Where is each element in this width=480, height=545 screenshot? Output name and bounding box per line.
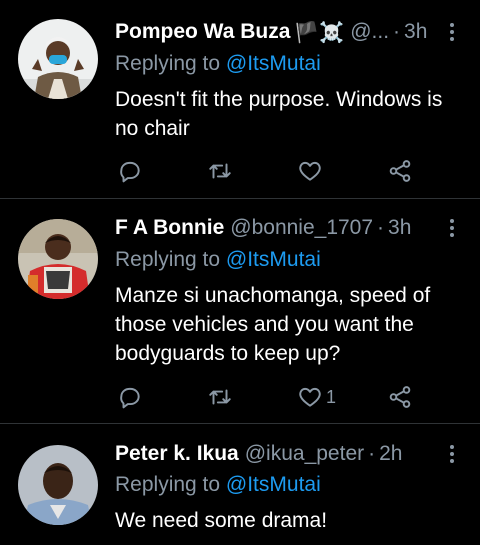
avatar[interactable] xyxy=(18,219,98,299)
mention-link[interactable]: @ItsMutai xyxy=(226,52,321,75)
replying-to: Replying to @ItsMutai xyxy=(115,248,321,272)
tweet-header: Pompeo Wa Buza 🏴☠️ @... · 3h xyxy=(115,18,444,46)
author-name[interactable]: Peter k. Ikua xyxy=(115,442,239,466)
reply-icon xyxy=(120,161,140,183)
tweet-header: Peter k. Ikua @ikua_peter · 2h xyxy=(115,440,444,468)
tweet-header: F A Bonnie @bonnie_1707 · 3h xyxy=(115,214,444,242)
replying-to-label: Replying to xyxy=(115,473,221,496)
separator-dot: · xyxy=(393,20,401,43)
more-options-icon[interactable] xyxy=(448,20,456,44)
like-button[interactable]: 1 xyxy=(297,383,336,411)
reply-button[interactable] xyxy=(117,383,143,411)
share-icon xyxy=(389,160,411,182)
timestamp[interactable]: 3h xyxy=(404,20,427,44)
more-options-icon[interactable] xyxy=(448,216,456,240)
author-name[interactable]: Pompeo Wa Buza xyxy=(115,20,290,44)
avatar[interactable] xyxy=(18,19,98,99)
author-handle[interactable]: @ikua_peter xyxy=(245,442,364,466)
author-handle[interactable]: @... xyxy=(350,20,389,44)
mention-link[interactable]: @ItsMutai xyxy=(226,248,321,271)
author-handle[interactable]: @bonnie_1707 xyxy=(230,216,373,240)
retweet-icon xyxy=(209,163,231,179)
timestamp[interactable]: 2h xyxy=(379,442,402,466)
share-button[interactable] xyxy=(387,383,413,411)
retweet-icon xyxy=(209,389,231,405)
heart-icon xyxy=(299,387,321,407)
separator-dot: · xyxy=(368,442,376,465)
replying-to-label: Replying to xyxy=(115,248,221,271)
more-options-icon[interactable] xyxy=(448,442,456,466)
author-name[interactable]: F A Bonnie xyxy=(115,216,224,240)
heart-icon xyxy=(299,161,321,181)
share-icon xyxy=(389,386,411,408)
share-button[interactable] xyxy=(387,157,413,185)
reply-icon xyxy=(120,387,140,409)
action-bar xyxy=(115,157,415,185)
tweet-text: Manze si unachomanga, speed of those veh… xyxy=(115,284,431,365)
retweet-button[interactable] xyxy=(207,383,233,411)
separator-dot: · xyxy=(377,216,385,239)
like-count: 1 xyxy=(326,386,337,407)
mention-link[interactable]: @ItsMutai xyxy=(226,473,321,496)
timestamp[interactable]: 3h xyxy=(388,216,411,240)
reply-button[interactable] xyxy=(117,157,143,185)
reply-feed: Pompeo Wa Buza 🏴☠️ @... · 3h Replying to… xyxy=(0,0,480,545)
tweet-text: We need some drama! xyxy=(115,509,328,532)
tweet-text: Doesn't fit the purpose. Windows is no c… xyxy=(115,88,443,140)
pirate-flag-emoji: 🏴☠️ xyxy=(294,21,345,44)
tweet[interactable]: Pompeo Wa Buza 🏴☠️ @... · 3h Replying to… xyxy=(0,0,480,199)
tweet[interactable]: F A Bonnie @bonnie_1707 · 3h Replying to… xyxy=(0,200,480,424)
retweet-button[interactable] xyxy=(207,157,233,185)
action-bar: 1 xyxy=(115,383,415,411)
replying-to: Replying to @ItsMutai xyxy=(115,473,321,497)
replying-to: Replying to @ItsMutai xyxy=(115,52,321,76)
replying-to-label: Replying to xyxy=(115,52,221,75)
avatar[interactable] xyxy=(18,445,98,525)
tweet[interactable]: Peter k. Ikua @ikua_peter · 2h Replying … xyxy=(0,425,480,545)
like-button[interactable] xyxy=(297,157,326,185)
